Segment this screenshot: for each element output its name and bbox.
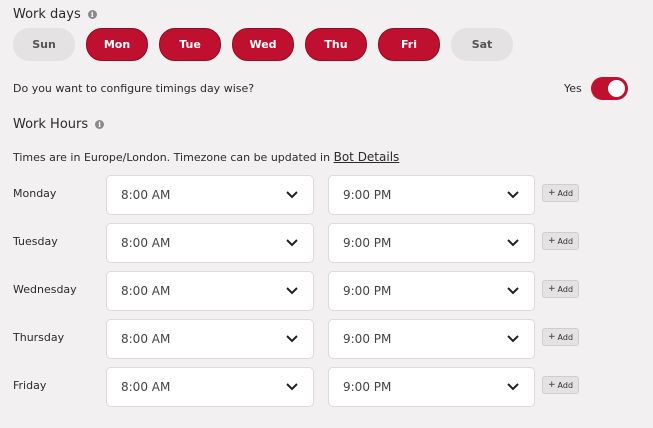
day-toggle-tue[interactable]: Tue xyxy=(159,28,221,61)
hours-row-thursday: Thursday 8:00 AM 9:00 PM + Add xyxy=(0,319,653,359)
day-toggle-mon[interactable]: Mon xyxy=(86,28,148,61)
plus-icon: + xyxy=(548,332,556,342)
bot-details-link[interactable]: Bot Details xyxy=(334,150,400,164)
timezone-text: Times are in Europe/London. Timezone can… xyxy=(13,151,334,164)
row-day-label: Wednesday xyxy=(13,283,77,296)
end-time-select[interactable]: 9:00 PM xyxy=(328,271,535,311)
hours-row-wednesday: Wednesday 8:00 AM 9:00 PM + Add xyxy=(0,271,653,311)
day-toggle-thu[interactable]: Thu xyxy=(305,28,367,61)
select-value: 9:00 PM xyxy=(343,332,392,346)
add-label: Add xyxy=(557,284,574,294)
chevron-down-icon xyxy=(507,191,519,199)
day-wise-toggle[interactable] xyxy=(590,77,628,100)
chevron-down-icon xyxy=(286,239,298,247)
info-icon[interactable]: i xyxy=(95,120,105,129)
chevron-down-icon xyxy=(507,335,519,343)
start-time-select[interactable]: 8:00 AM xyxy=(106,223,314,263)
add-button[interactable]: + Add xyxy=(542,328,580,346)
select-value: 8:00 AM xyxy=(121,332,171,346)
select-value: 8:00 AM xyxy=(121,188,171,202)
work-days-title: Work days xyxy=(13,7,81,22)
add-button[interactable]: + Add xyxy=(542,184,580,202)
start-time-select[interactable]: 8:00 AM xyxy=(106,271,314,311)
work-hours-title: Work Hours xyxy=(13,117,89,132)
add-label: Add xyxy=(557,380,574,390)
start-time-select[interactable]: 8:00 AM xyxy=(106,319,314,359)
timezone-note: Times are in Europe/London. Timezone can… xyxy=(13,150,399,164)
chevron-down-icon xyxy=(286,335,298,343)
plus-icon: + xyxy=(548,284,556,294)
hours-row-friday: Friday 8:00 AM 9:00 PM + Add xyxy=(0,367,653,407)
add-label: Add xyxy=(557,332,574,342)
day-wise-toggle-group: Yes xyxy=(564,77,628,100)
end-time-select[interactable]: 9:00 PM xyxy=(328,367,535,407)
hours-row-monday: Monday 8:00 AM 9:00 PM + Add xyxy=(0,175,653,215)
plus-icon: + xyxy=(548,236,556,246)
select-value: 9:00 PM xyxy=(343,236,392,250)
work-hours-heading: Work Hours i xyxy=(13,117,105,132)
end-time-select[interactable]: 9:00 PM xyxy=(328,319,535,359)
day-label: Tue xyxy=(179,38,201,51)
chevron-down-icon xyxy=(507,383,519,391)
add-button[interactable]: + Add xyxy=(542,376,580,394)
day-toggle-sun[interactable]: Sun xyxy=(13,28,75,61)
hours-row-tuesday: Tuesday 8:00 AM 9:00 PM + Add xyxy=(0,223,653,263)
row-day-label: Friday xyxy=(13,379,47,392)
day-label: Sun xyxy=(32,38,56,51)
chevron-down-icon xyxy=(507,239,519,247)
plus-icon: + xyxy=(548,188,556,198)
select-value: 9:00 PM xyxy=(343,188,392,202)
day-label: Fri xyxy=(400,38,417,51)
select-value: 9:00 PM xyxy=(343,284,392,298)
chevron-down-icon xyxy=(286,287,298,295)
day-label: Wed xyxy=(249,38,277,51)
day-label: Thu xyxy=(324,38,348,51)
select-value: 8:00 AM xyxy=(121,284,171,298)
add-button[interactable]: + Add xyxy=(542,232,580,250)
start-time-select[interactable]: 8:00 AM xyxy=(106,175,314,215)
add-label: Add xyxy=(557,188,574,198)
day-toggle-fri[interactable]: Fri xyxy=(378,28,440,61)
toggle-knob xyxy=(607,80,625,97)
info-icon[interactable]: i xyxy=(87,10,97,19)
day-wise-question: Do you want to configure timings day wis… xyxy=(13,82,255,95)
chevron-down-icon xyxy=(286,383,298,391)
day-label: Sat xyxy=(471,38,493,51)
day-toggle-sat[interactable]: Sat xyxy=(451,28,513,61)
toggle-label: Yes xyxy=(564,82,582,95)
chevron-down-icon xyxy=(286,191,298,199)
day-toggle-wed[interactable]: Wed xyxy=(232,28,294,61)
select-value: 9:00 PM xyxy=(343,380,392,394)
start-time-select[interactable]: 8:00 AM xyxy=(106,367,314,407)
day-label: Mon xyxy=(103,38,131,51)
row-day-label: Monday xyxy=(13,187,57,200)
end-time-select[interactable]: 9:00 PM xyxy=(328,223,535,263)
row-day-label: Tuesday xyxy=(13,235,58,248)
work-days-heading: Work days i xyxy=(13,7,97,22)
add-label: Add xyxy=(557,236,574,246)
end-time-select[interactable]: 9:00 PM xyxy=(328,175,535,215)
select-value: 8:00 AM xyxy=(121,236,171,250)
add-button[interactable]: + Add xyxy=(542,280,580,298)
plus-icon: + xyxy=(548,380,556,390)
row-day-label: Thursday xyxy=(13,331,65,344)
select-value: 8:00 AM xyxy=(121,380,171,394)
work-days-selector: Sun Mon Tue Wed Thu Fri Sat xyxy=(13,28,513,61)
chevron-down-icon xyxy=(507,287,519,295)
